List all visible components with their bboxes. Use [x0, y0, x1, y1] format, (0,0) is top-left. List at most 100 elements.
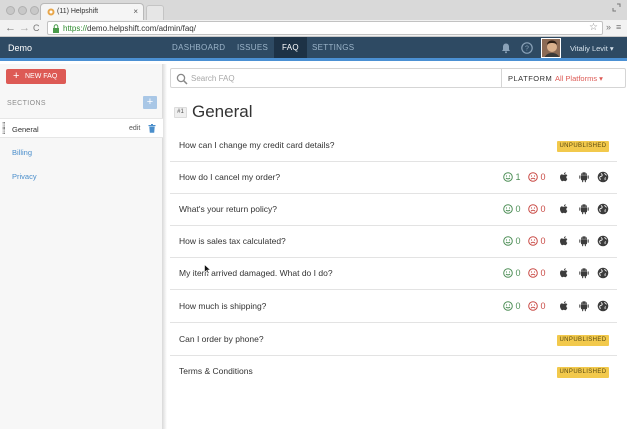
- faq-question[interactable]: Terms & Conditions: [179, 366, 253, 376]
- android-icon: [579, 204, 589, 215]
- faq-question[interactable]: How much is shipping?: [179, 301, 266, 311]
- faq-question[interactable]: How is sales tax calculated?: [179, 236, 286, 246]
- svg-text:?: ?: [525, 46, 529, 53]
- faq-row[interactable]: My item arrived damaged. What do I do? 0…: [170, 258, 617, 290]
- reload-button[interactable]: C: [33, 22, 40, 34]
- url-path: demo.helpshift.com/admin/faq/: [87, 24, 196, 33]
- dislike-stat: 0: [528, 204, 546, 215]
- faq-question[interactable]: How do I cancel my order?: [179, 172, 280, 182]
- window-zoom-dot[interactable]: [30, 6, 39, 15]
- globe-icon: [597, 267, 609, 279]
- nav-faq[interactable]: FAQ: [274, 37, 307, 58]
- frown-icon: [528, 301, 538, 311]
- url-text: https://demo.helpshift.com/admin/faq/: [63, 24, 196, 33]
- like-stat: 0: [503, 204, 521, 215]
- faq-row[interactable]: How can I change my credit card details?…: [170, 130, 617, 162]
- tab-close-icon[interactable]: ×: [133, 7, 138, 16]
- frown-icon: [528, 236, 538, 246]
- sidebar-item-privacy[interactable]: Privacy: [0, 166, 163, 186]
- dislike-count: 0: [540, 236, 546, 246]
- section-title: General: [192, 102, 253, 121]
- platform-label: PLATFORM: [508, 74, 553, 83]
- faq-row[interactable]: Terms & Conditions UNPUBLISHED: [170, 356, 617, 388]
- browser-tab-strip: (11) Helpshift ×: [0, 0, 627, 20]
- faq-row[interactable]: What's your return policy? 0 0: [170, 194, 617, 226]
- faq-question[interactable]: My item arrived damaged. What do I do?: [179, 268, 333, 278]
- drag-handle-icon[interactable]: ⁞⁞ ⁞⁞: [2, 122, 6, 136]
- sections-heading: SECTIONS: [7, 100, 46, 107]
- mouse-cursor-icon: [204, 264, 211, 274]
- forward-button[interactable]: →: [19, 22, 30, 34]
- like-stat: 0: [503, 301, 521, 312]
- dislike-count: 0: [540, 268, 546, 278]
- address-bar[interactable]: https://demo.helpshift.com/admin/faq/ ☆: [47, 21, 603, 35]
- faq-question[interactable]: Can I order by phone?: [179, 334, 264, 344]
- faq-row[interactable]: How is sales tax calculated? 0 0: [170, 226, 617, 258]
- faq-row[interactable]: How do I cancel my order? 1 0: [170, 162, 617, 194]
- like-count: 0: [515, 268, 521, 278]
- sidebar-shadow: [163, 64, 167, 429]
- like-stat: 1: [503, 172, 521, 183]
- fullscreen-icon[interactable]: [612, 3, 621, 12]
- window-close-dot[interactable]: [6, 6, 15, 15]
- lock-icon: [53, 24, 59, 33]
- search-icon: [176, 73, 188, 85]
- search-input[interactable]: [191, 72, 491, 85]
- smile-icon: [503, 236, 513, 246]
- nav-issues[interactable]: ISSUES: [237, 37, 268, 58]
- sidebar: + NEW FAQ SECTIONS + ⁞⁞ ⁞⁞ General edit B…: [0, 64, 163, 429]
- bell-icon[interactable]: [500, 42, 512, 54]
- like-count: 0: [515, 204, 521, 214]
- apple-icon: [560, 172, 568, 182]
- app-name[interactable]: Demo: [8, 43, 32, 53]
- bookmark-star-icon[interactable]: ☆: [589, 22, 598, 33]
- unpublished-badge: UNPUBLISHED: [557, 335, 609, 346]
- like-stat: 0: [503, 268, 521, 279]
- android-icon: [579, 236, 589, 247]
- smile-icon: [503, 204, 513, 214]
- add-section-button[interactable]: +: [143, 96, 157, 109]
- back-button[interactable]: ←: [5, 22, 16, 34]
- browser-toolbar: ← → C https://demo.helpshift.com/admin/f…: [0, 20, 627, 37]
- search-divider: [501, 69, 502, 87]
- android-icon: [579, 172, 589, 183]
- section-number-badge: #1: [174, 107, 187, 118]
- search-bar: PLATFORM All Platforms ▾: [170, 68, 626, 88]
- new-tab-button[interactable]: [146, 5, 164, 20]
- new-faq-button[interactable]: + NEW FAQ: [6, 69, 66, 84]
- apple-icon: [560, 301, 568, 311]
- extensions-overflow-button[interactable]: »: [606, 22, 611, 32]
- browser-tab[interactable]: (11) Helpshift ×: [40, 3, 144, 20]
- platform-dropdown[interactable]: All Platforms ▾: [555, 74, 603, 83]
- like-count: 0: [515, 236, 521, 246]
- url-scheme: https://: [63, 24, 88, 33]
- apple-icon: [560, 236, 568, 246]
- nav-settings[interactable]: SETTINGS: [312, 37, 354, 58]
- faq-row[interactable]: Can I order by phone? UNPUBLISHED: [170, 324, 617, 356]
- user-menu[interactable]: Vitaliy Levit ▾: [570, 44, 614, 53]
- chrome-menu-icon[interactable]: ≡: [616, 22, 621, 32]
- faq-question[interactable]: How can I change my credit card details?: [179, 140, 334, 150]
- android-icon: [579, 301, 589, 312]
- apple-icon: [560, 268, 568, 278]
- help-icon[interactable]: ?: [521, 42, 533, 54]
- like-count: 1: [515, 172, 521, 182]
- frown-icon: [528, 172, 538, 182]
- helpshift-favicon-icon: [47, 8, 55, 16]
- dislike-stat: 0: [528, 268, 546, 279]
- edit-section-link[interactable]: edit: [129, 125, 140, 132]
- globe-icon: [597, 171, 609, 183]
- sidebar-item-label: General: [12, 125, 39, 134]
- apple-icon: [560, 204, 568, 214]
- trash-icon[interactable]: [148, 124, 156, 133]
- nav-dashboard[interactable]: DASHBOARD: [172, 37, 225, 58]
- smile-icon: [503, 268, 513, 278]
- dislike-count: 0: [540, 301, 546, 311]
- faq-row[interactable]: How much is shipping? 0 0: [170, 291, 617, 323]
- avatar[interactable]: [541, 38, 561, 58]
- faq-question[interactable]: What's your return policy?: [179, 204, 277, 214]
- sidebar-item-general[interactable]: ⁞⁞ ⁞⁞ General edit: [0, 118, 163, 138]
- window-minimize-dot[interactable]: [18, 6, 27, 15]
- user-photo-icon: [542, 39, 560, 57]
- sidebar-item-billing[interactable]: Billing: [0, 142, 163, 162]
